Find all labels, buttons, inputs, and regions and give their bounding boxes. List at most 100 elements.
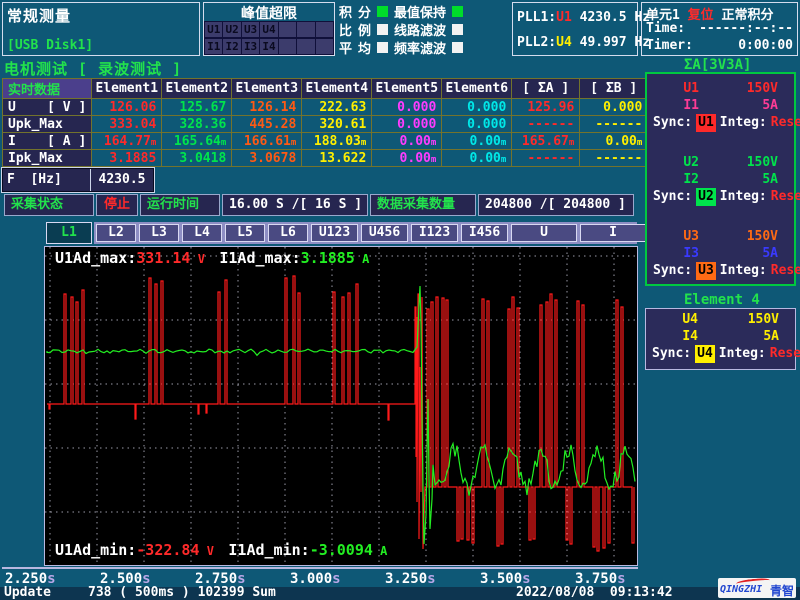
check-char: 均: [358, 38, 371, 57]
brand-logo: QINGZHI 青智: [718, 578, 796, 598]
acq-status-value: 停止: [96, 194, 138, 216]
sync-label: Sync:: [653, 262, 692, 280]
checkbox-最值保持[interactable]: [452, 6, 463, 17]
annotation-label: I1Ad_min:: [228, 541, 309, 559]
integ-reset-button[interactable]: Reset: [771, 114, 800, 132]
peak-cell: U3: [242, 22, 259, 37]
integ-label: Integ:: [720, 114, 767, 132]
sync-source-chip[interactable]: U4: [695, 345, 715, 363]
annotation-unit: V: [200, 544, 229, 558]
sync-source-chip[interactable]: U1: [696, 114, 716, 132]
peak-cell: I4: [260, 39, 277, 54]
peak-cell: I2: [223, 39, 240, 54]
sync-row: Sync:U4 Integ:Reset: [648, 345, 793, 363]
tab-I[interactable]: I: [580, 224, 646, 242]
integ-reset-button[interactable]: Reset: [771, 262, 800, 280]
tab-L6[interactable]: L6: [268, 224, 308, 242]
column-header: Element2: [162, 79, 232, 99]
x-tick-number: 3.000: [290, 571, 332, 587]
check-char: 积: [339, 2, 352, 21]
sync-source-chip[interactable]: U3: [696, 262, 716, 280]
annotation-value: 3.1885: [301, 249, 355, 267]
tab-U123[interactable]: U123: [311, 224, 358, 242]
check-char: 平: [339, 38, 352, 57]
annotation-unit: V: [190, 252, 219, 266]
sample-count-label: 数据采集数量: [370, 194, 476, 216]
pll1-value: 4230.5 Hz: [580, 10, 650, 25]
value-cell: 0.000: [442, 99, 512, 116]
value-cell: 125.67: [162, 99, 232, 116]
integ-reset-button[interactable]: Reset: [771, 188, 800, 206]
column-header: Element3: [232, 79, 302, 99]
sigma-panel-title: ΣA[3V3A]: [684, 57, 751, 73]
value-cell: 320.61: [302, 116, 372, 133]
annotation-label: U1Ad_min:: [55, 541, 136, 559]
element-group: U4150VI45ASync:U4 Integ:Reset: [648, 311, 793, 363]
current-row: I45A: [648, 328, 793, 345]
checkbox-平均[interactable]: [377, 42, 388, 53]
unit-timer-panel: 单元1 复位 正常积分 Time:------:--:-- Timer:0:00…: [641, 2, 798, 56]
column-header: Element4: [302, 79, 372, 99]
element4-panel-title: Element 4: [684, 292, 760, 308]
integ-reset-button[interactable]: Reset: [770, 345, 800, 363]
peak-cell: [279, 22, 296, 37]
peak-cell: [279, 39, 296, 54]
status-bar: Update 738 ( 500ms ) 102399 Sum 2022/08/…: [0, 587, 800, 600]
sync-row: Sync:U3 Integ:Reset: [649, 262, 792, 280]
tab-L2[interactable]: L2: [96, 224, 136, 242]
sync-label: Sync:: [652, 345, 691, 363]
voltage-row: U3150V: [649, 228, 792, 245]
usb-disk-label: [USB Disk1]: [3, 38, 97, 53]
value-cell: 125.96: [512, 99, 580, 116]
value-cell: 126.06: [92, 99, 162, 116]
check-label: 最值保持: [394, 2, 446, 21]
peak-cell: [297, 39, 314, 54]
checkbox-线路滤波[interactable]: [452, 24, 463, 35]
checkbox-积分[interactable]: [377, 6, 388, 17]
value-cell: 166.61m: [232, 133, 302, 150]
current-range: 5A: [707, 245, 792, 262]
tab-I123[interactable]: I123: [411, 224, 458, 242]
tab-U[interactable]: U: [511, 224, 577, 242]
series-U1: [47, 276, 634, 551]
peak-over-limit-title: 峰值超限: [204, 3, 334, 21]
tab-I456[interactable]: I456: [461, 224, 508, 242]
check-row: 积分最值保持: [339, 2, 509, 20]
table-row: Ipk_Max3.18853.04183.067813.6220.00m0.00…: [3, 150, 648, 167]
tab-U456[interactable]: U456: [361, 224, 408, 242]
column-header: Element1: [92, 79, 162, 99]
value-cell: 0.000: [580, 99, 648, 116]
pll2-value: 49.997 Hz: [580, 35, 650, 50]
value-cell: 126.14: [232, 99, 302, 116]
sync-source-chip[interactable]: U2: [696, 188, 716, 206]
value-cell: 0.00m: [372, 133, 442, 150]
measure-mode-panel: 常规测量 [USB Disk1]: [2, 2, 200, 56]
check-row: 平均频率滤波: [339, 38, 509, 56]
tab-L1[interactable]: L1: [46, 222, 92, 244]
check-row: 比例线路滤波: [339, 20, 509, 38]
value-cell: 164.77m: [92, 133, 162, 150]
current-row: I25A: [649, 171, 792, 188]
value-cell: 165.67m: [512, 133, 580, 150]
tab-L4[interactable]: L4: [182, 224, 222, 242]
milli-suffix: m: [501, 138, 506, 148]
tab-L3[interactable]: L3: [139, 224, 179, 242]
sync-label: Sync:: [653, 188, 692, 206]
integration-filter-panel: 积分最值保持比例线路滤波平均频率滤波: [339, 2, 509, 56]
tab-L5[interactable]: L5: [225, 224, 265, 242]
waveform-tab-bar: L2L3L4L5L6U123U456I123I456UI: [94, 222, 637, 244]
checkbox-频率滤波[interactable]: [452, 42, 463, 53]
chart-x-axis: 2.250s2.500s2.750s3.000s3.250s3.500s3.75…: [2, 567, 638, 587]
acquisition-status-row: 采集状态 停止 运行时间 16.00 S /[ 16 S ] 数据采集数量 20…: [0, 194, 640, 216]
value-cell: 222.63: [302, 99, 372, 116]
peak-cell: U1: [205, 22, 222, 37]
page-title: 常规测量: [3, 3, 199, 28]
peak-cell: U2: [223, 22, 240, 37]
sync-label: Sync:: [653, 114, 692, 132]
column-header: Element5: [372, 79, 442, 99]
sigma-wiring-panel: U1150VI15ASync:U1 Integ:ResetU2150VI25AS…: [645, 72, 796, 286]
column-header: [ ΣB ]: [580, 79, 648, 99]
checkbox-比例[interactable]: [377, 24, 388, 35]
integ-label: Integ:: [720, 262, 767, 280]
voltage-channel: U3: [649, 228, 707, 245]
